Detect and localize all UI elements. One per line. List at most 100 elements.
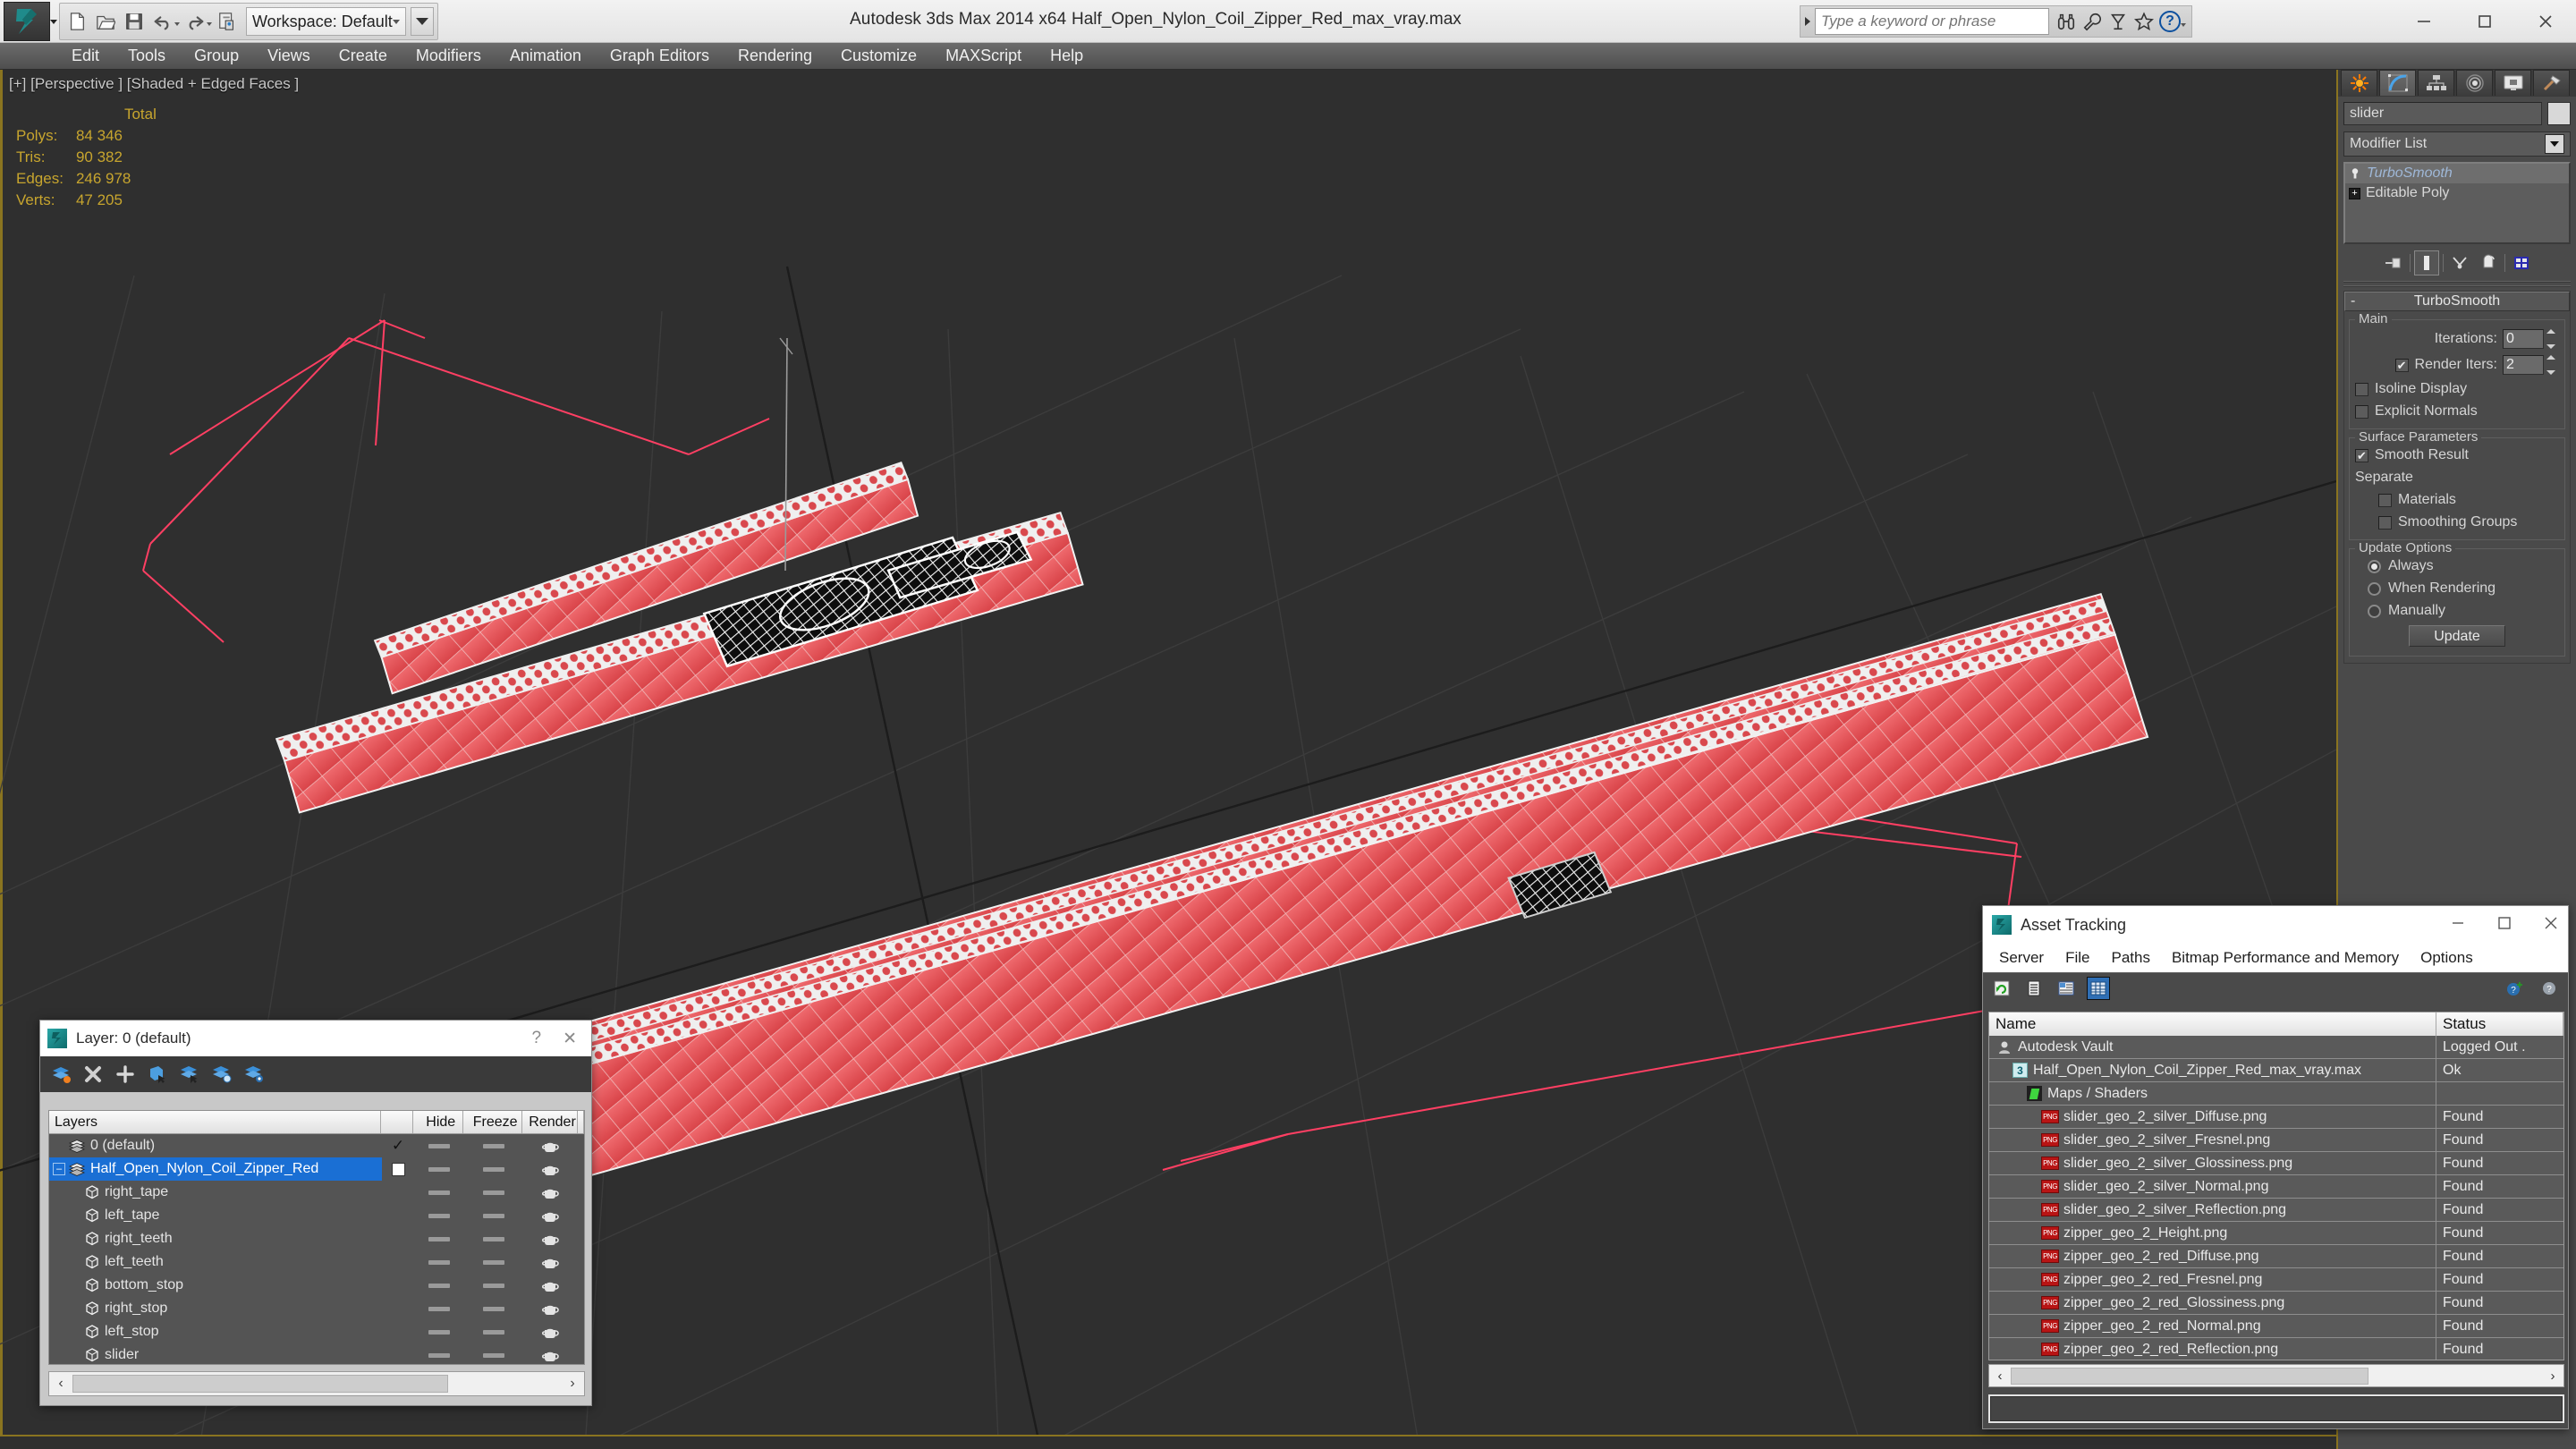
- asset-name-cell[interactable]: PNG slider_geo_2_silver_Reflection.png: [1989, 1198, 2436, 1222]
- freeze-toggle-icon[interactable]: [483, 1213, 504, 1218]
- lightbulb-icon[interactable]: [2349, 167, 2361, 180]
- display-tab[interactable]: [2495, 70, 2531, 96]
- asset-row[interactable]: 3 Half_Open_Nylon_Coil_Zipper_Red_max_vra…: [1989, 1058, 2563, 1082]
- project-folder-icon[interactable]: [214, 6, 241, 37]
- asset-name-cell[interactable]: PNG slider_geo_2_silver_Fresnel.png: [1989, 1128, 2436, 1152]
- search-input[interactable]: [1815, 8, 2049, 35]
- layer-name-cell[interactable]: left_tape: [49, 1204, 382, 1227]
- column-freeze[interactable]: Freeze: [463, 1111, 523, 1133]
- layer-name-cell[interactable]: slider: [49, 1343, 382, 1367]
- explicit-normals-row[interactable]: Explicit Normals: [2355, 403, 2559, 419]
- hide-toggle-icon[interactable]: [428, 1166, 450, 1172]
- render-iters-value[interactable]: 2: [2503, 355, 2544, 375]
- hide-cell[interactable]: [414, 1320, 464, 1343]
- refresh-icon[interactable]: [1990, 977, 2013, 1000]
- freeze-toggle-icon[interactable]: [483, 1143, 504, 1148]
- freeze-cell[interactable]: [464, 1157, 523, 1181]
- show-end-result-icon[interactable]: [2413, 250, 2439, 275]
- layer-row[interactable]: slider: [49, 1343, 584, 1367]
- scrollbar-thumb[interactable]: [72, 1375, 448, 1393]
- binoculars-icon[interactable]: [2055, 8, 2078, 35]
- materials-checkbox[interactable]: [2378, 493, 2392, 507]
- materials-row[interactable]: Materials: [2355, 492, 2559, 508]
- render-cell[interactable]: [523, 1297, 579, 1320]
- menu-item-maxscript[interactable]: MAXScript: [931, 43, 1036, 70]
- column-current[interactable]: [381, 1111, 414, 1133]
- save-file-icon[interactable]: [121, 6, 148, 37]
- iterations-spinner[interactable]: 0: [2503, 329, 2559, 349]
- freeze-cell[interactable]: [464, 1297, 523, 1320]
- render-iters-checkbox[interactable]: [2394, 358, 2409, 372]
- hide-cell[interactable]: [414, 1204, 464, 1227]
- asset-row[interactable]: PNG slider_geo_2_silver_Diffuse.png Found: [1989, 1105, 2563, 1129]
- hide-cell[interactable]: [414, 1343, 464, 1367]
- asset-row[interactable]: PNG zipper_geo_2_red_Glossiness.png Found: [1989, 1291, 2563, 1315]
- update-button[interactable]: Update: [2409, 625, 2505, 647]
- grid-view-icon[interactable]: [2087, 976, 2110, 1000]
- current-layer-cell[interactable]: [382, 1343, 414, 1367]
- redo-icon[interactable]: [182, 6, 208, 37]
- layer-row[interactable]: right_stop: [49, 1297, 584, 1320]
- modifier-stack-item-turbosmooth[interactable]: TurboSmooth: [2345, 164, 2569, 183]
- menu-item-edit[interactable]: Edit: [57, 43, 114, 70]
- current-layer-cell[interactable]: [382, 1274, 414, 1297]
- when-rendering-radio[interactable]: [2368, 581, 2381, 596]
- freeze-toggle-icon[interactable]: [483, 1259, 504, 1265]
- turbosmooth-rollout-header[interactable]: - TurboSmooth: [2344, 292, 2570, 311]
- asset-name-cell[interactable]: Maps / Shaders: [1989, 1081, 2436, 1106]
- freeze-cell[interactable]: [464, 1227, 523, 1250]
- menu-item-bitmap-performance[interactable]: Bitmap Performance and Memory: [2161, 949, 2410, 967]
- asset-tracking-title-bar[interactable]: Asset Tracking: [1983, 906, 2568, 944]
- layer-list-horizontal-scrollbar[interactable]: ‹ ›: [48, 1371, 585, 1396]
- close-button[interactable]: [2515, 0, 2576, 43]
- current-layer-box-icon[interactable]: [391, 1162, 405, 1176]
- current-layer-cell[interactable]: [382, 1297, 414, 1320]
- hide-toggle-icon[interactable]: [428, 1259, 450, 1265]
- motion-tab[interactable]: [2456, 70, 2493, 96]
- menu-item-views[interactable]: Views: [253, 43, 325, 70]
- scroll-right-arrow-icon[interactable]: ›: [2542, 1368, 2563, 1384]
- modifier-list-dropdown[interactable]: Modifier List: [2343, 131, 2571, 157]
- open-file-icon[interactable]: [92, 6, 119, 37]
- utilities-tab[interactable]: [2533, 70, 2570, 96]
- asset-row[interactable]: PNG zipper_geo_2_red_Diffuse.png Found: [1989, 1244, 2563, 1268]
- menu-item-file[interactable]: File: [2055, 949, 2100, 967]
- smooth-result-checkbox[interactable]: [2355, 448, 2368, 462]
- asset-name-cell[interactable]: PNG slider_geo_2_silver_Diffuse.png: [1989, 1105, 2436, 1129]
- minimize-button[interactable]: [2394, 0, 2454, 43]
- scrollbar-thumb[interactable]: [2011, 1367, 2368, 1385]
- freeze-cell[interactable]: [464, 1134, 523, 1157]
- isoline-display-row[interactable]: Isoline Display: [2355, 381, 2559, 397]
- render-cell[interactable]: [523, 1343, 579, 1367]
- render-cell[interactable]: [523, 1227, 579, 1250]
- scroll-right-arrow-icon[interactable]: ›: [561, 1376, 584, 1392]
- layer-dialog-title-bar[interactable]: Layer: 0 (default) ? ✕: [40, 1021, 591, 1056]
- app-menu-caret-icon[interactable]: [50, 20, 57, 24]
- menu-item-server[interactable]: Server: [1988, 949, 2055, 967]
- layer-row[interactable]: left_tape: [49, 1204, 584, 1227]
- asset-name-cell[interactable]: PNG zipper_geo_2_red_Normal.png: [1989, 1314, 2436, 1338]
- new-file-icon[interactable]: [64, 6, 90, 37]
- update-option-manually[interactable]: Manually: [2355, 603, 2559, 619]
- hide-toggle-icon[interactable]: [428, 1283, 450, 1288]
- maximize-button[interactable]: [2496, 915, 2512, 936]
- render-cell[interactable]: [523, 1320, 579, 1343]
- configure-modifier-sets-icon[interactable]: [2509, 250, 2534, 275]
- render-cell[interactable]: [523, 1204, 579, 1227]
- layer-row[interactable]: left_teeth: [49, 1250, 584, 1274]
- hide-cell[interactable]: [414, 1134, 464, 1157]
- freeze-cell[interactable]: [464, 1343, 523, 1367]
- favorites-star-icon[interactable]: [2132, 8, 2156, 35]
- collapse-minus-icon[interactable]: –: [53, 1163, 65, 1175]
- make-unique-icon[interactable]: [2447, 250, 2472, 275]
- freeze-cell[interactable]: [464, 1274, 523, 1297]
- menu-item-help[interactable]: Help: [1036, 43, 1097, 70]
- freeze-toggle-icon[interactable]: [483, 1329, 504, 1335]
- highlight-selected-objects-layer-icon[interactable]: [210, 1063, 233, 1086]
- column-status[interactable]: Status: [2436, 1013, 2563, 1036]
- render-cell[interactable]: [523, 1157, 579, 1181]
- layer-name-cell[interactable]: – Half_Open_Nylon_Coil_Zipper_Red: [49, 1157, 382, 1181]
- workspace-dropdown-button[interactable]: [410, 7, 434, 36]
- asset-row[interactable]: PNG zipper_geo_2_red_Reflection.png Found: [1989, 1337, 2563, 1360]
- menu-item-graph-editors[interactable]: Graph Editors: [596, 43, 724, 70]
